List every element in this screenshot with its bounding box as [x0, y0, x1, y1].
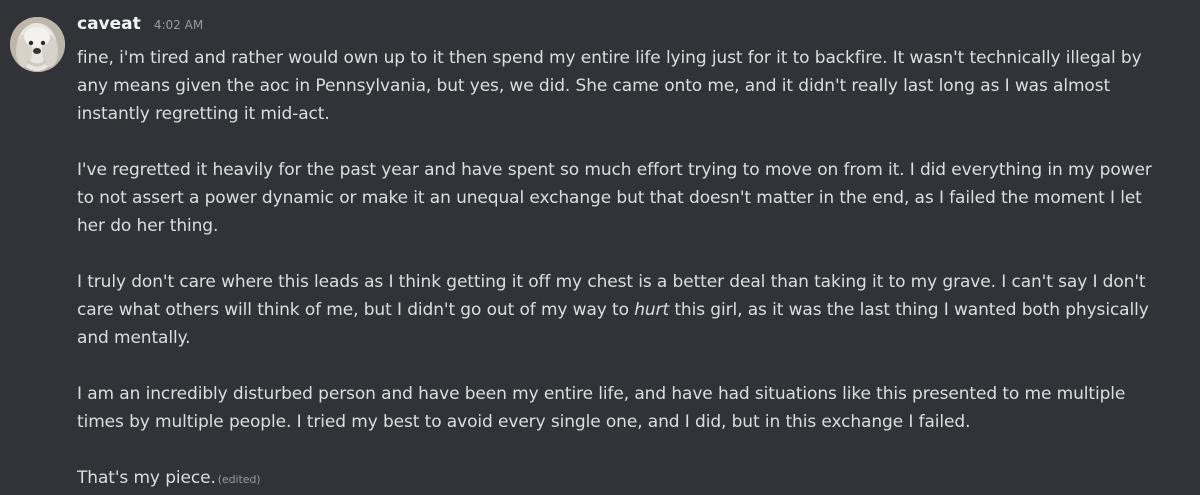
dog-avatar-icon	[10, 17, 65, 72]
message-paragraph: That's my piece. (edited)	[77, 464, 1157, 494]
paragraph-text: That's my piece.	[77, 468, 216, 488]
message-paragraph: I've regretted it heavily for the past y…	[77, 160, 1152, 236]
username[interactable]: caveat	[77, 14, 141, 34]
message-paragraph: fine, i'm tired and rather would own up …	[77, 48, 1142, 124]
emphasized-text: hurt	[634, 300, 670, 320]
edited-label[interactable]: (edited)	[218, 473, 261, 486]
message-header: caveat 4:02 AM	[77, 14, 203, 44]
timestamp[interactable]: 4:02 AM	[154, 18, 203, 32]
message-paragraph: I am an incredibly disturbed person and …	[77, 384, 1126, 432]
message-paragraph: I truly don't care where this leads as I…	[77, 268, 1157, 352]
avatar[interactable]	[10, 17, 65, 72]
message-content: fine, i'm tired and rather would own up …	[77, 44, 1157, 494]
chat-message: caveat 4:02 AM fine, i'm tired and rathe…	[0, 0, 1200, 495]
